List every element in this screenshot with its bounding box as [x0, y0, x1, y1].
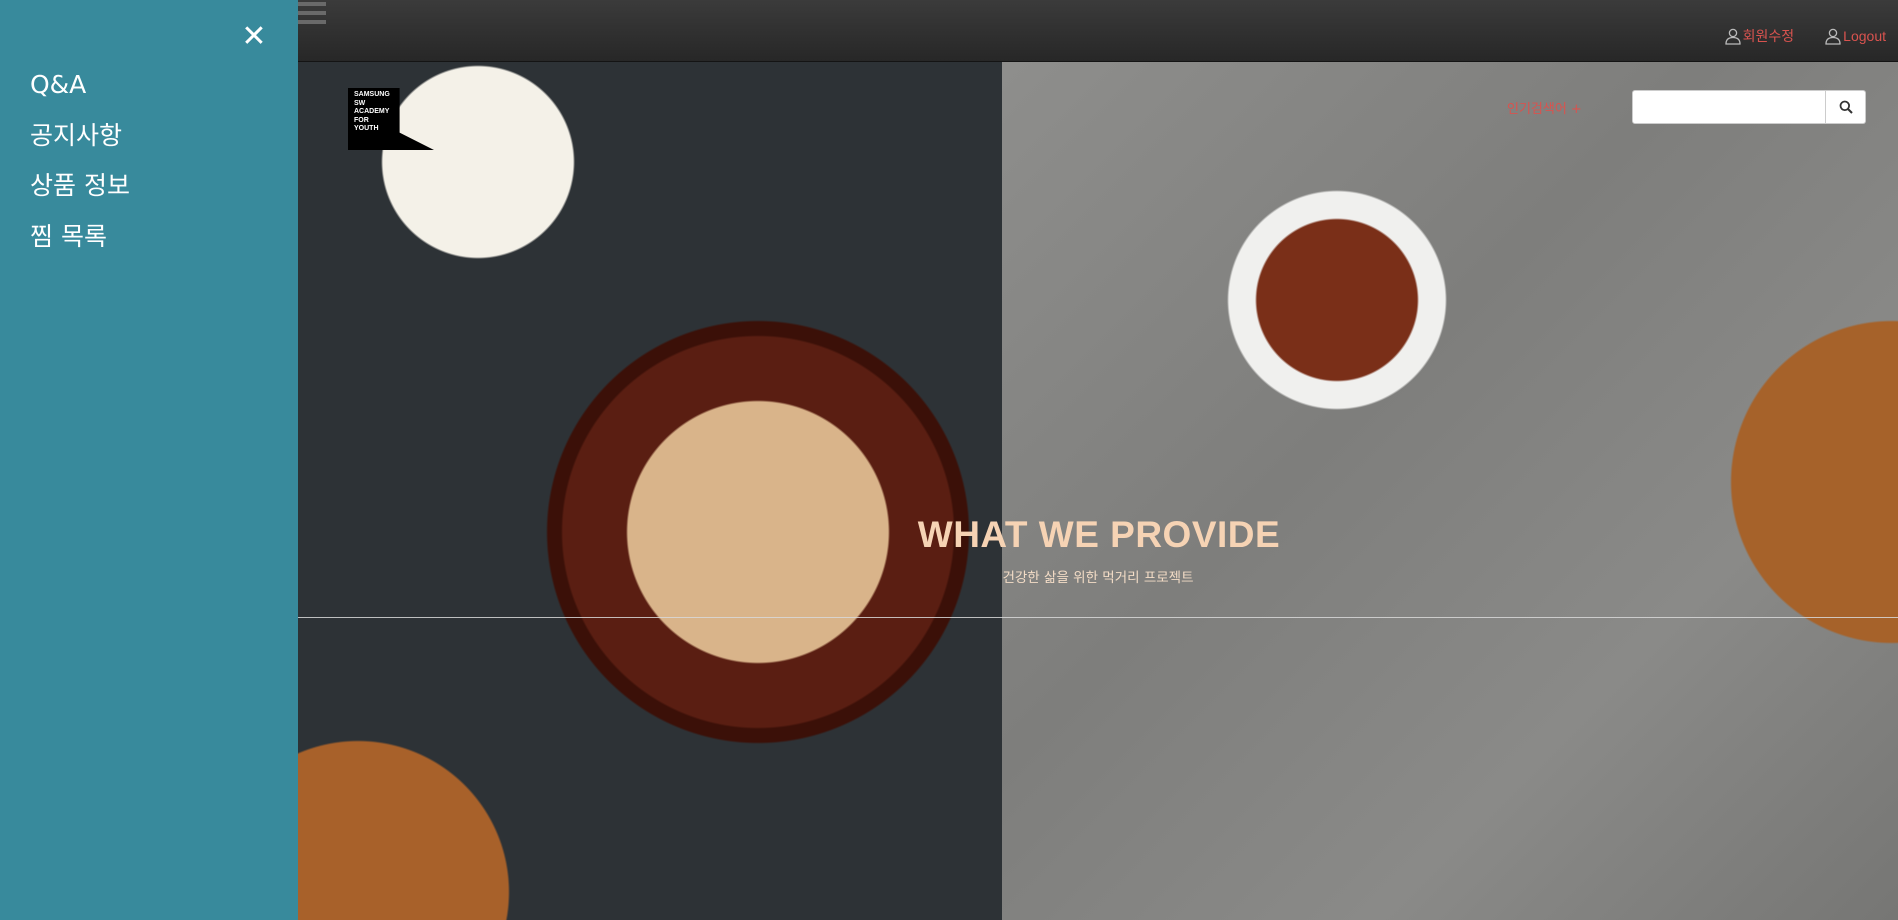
side-menu-list: Q&A 공지사항 상품 정보 찜 목록 [30, 66, 130, 268]
hero-background-left [298, 62, 1002, 920]
hero-background-right [1002, 62, 1898, 920]
edit-profile-label: 회원수정 [1742, 28, 1795, 44]
close-menu-button[interactable]: ✕ [238, 20, 270, 54]
side-menu-item-product-info[interactable]: 상품 정보 [30, 167, 130, 218]
account-links: 회원수정 Logout [1724, 26, 1886, 46]
side-navigation: ✕ Q&A 공지사항 상품 정보 찜 목록 [0, 0, 298, 920]
user-icon [1825, 28, 1841, 45]
search-button[interactable] [1826, 90, 1866, 124]
logo-line: YOUTH [354, 125, 379, 132]
brand-logo-text: SAMSUNG SW ACADEMY FOR YOUTH [354, 91, 414, 134]
top-bar: 회원수정 Logout [298, 0, 1898, 62]
hero-divider [298, 617, 1898, 618]
popular-search-link[interactable]: 인기검색어 + [1507, 98, 1582, 117]
hero-title: WHAT WE PROVIDE [917, 514, 1281, 555]
hamburger-icon[interactable] [298, 2, 326, 28]
hero-section: SAMSUNG SW ACADEMY FOR YOUTH 인기검색어 + WHA… [298, 62, 1898, 920]
logout-label: Logout [1843, 28, 1886, 44]
side-menu-item-wishlist[interactable]: 찜 목록 [30, 218, 130, 269]
hero-subtitle: 건강한 삶을 위한 먹거리 프로젝트 [1002, 570, 1194, 586]
user-icon [1724, 28, 1741, 45]
logout-link[interactable]: Logout [1824, 27, 1886, 45]
logo-line: ACADEMY [354, 108, 390, 115]
logo-line: FOR [354, 116, 369, 124]
search-input[interactable] [1632, 90, 1826, 124]
logo-line: SAMSUNG [354, 91, 390, 98]
search-icon [1839, 100, 1853, 114]
logo-line: SW [354, 99, 366, 107]
side-menu-item-notice[interactable]: 공지사항 [30, 117, 130, 168]
edit-profile-link[interactable]: 회원수정 [1724, 26, 1795, 46]
side-menu-item-qna[interactable]: Q&A [30, 66, 130, 117]
